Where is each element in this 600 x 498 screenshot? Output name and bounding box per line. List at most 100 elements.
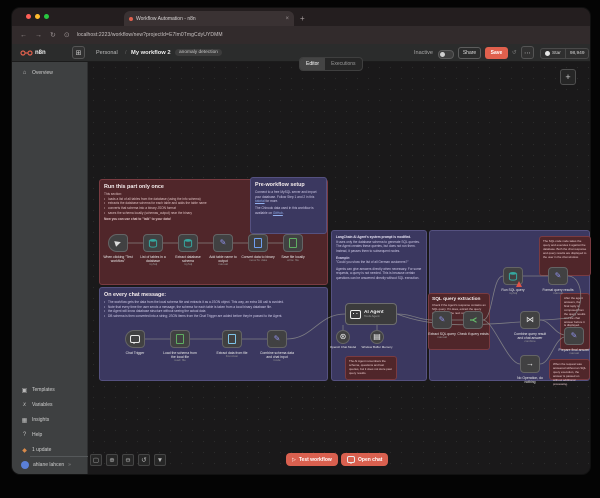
sidebar-item-update[interactable]: ◆ 1 update bbox=[12, 444, 88, 456]
share-button[interactable]: Share bbox=[458, 47, 481, 59]
node-label: Combine schema data and chat inputCode bbox=[259, 351, 295, 363]
sidebar-item-variables[interactable]: x Variables bbox=[12, 399, 88, 411]
active-toggle[interactable] bbox=[438, 50, 454, 59]
sticky-pre-setup[interactable]: Pre-workflow setup Connect to a free MyS… bbox=[250, 177, 327, 234]
back-icon[interactable]: ← bbox=[20, 32, 27, 39]
n8n-logo[interactable]: n8n bbox=[20, 49, 46, 57]
forward-icon[interactable]: → bbox=[35, 32, 42, 39]
url-text[interactable]: localhost:2223/workflow/new?projectId=E7… bbox=[77, 32, 223, 38]
node-if-query-exists[interactable]: Y bbox=[463, 311, 483, 329]
traffic-light-close-icon[interactable] bbox=[26, 14, 31, 19]
node-list-tables[interactable] bbox=[143, 234, 163, 252]
traffic-light-zoom-icon[interactable] bbox=[44, 14, 49, 19]
github-link[interactable]: GitHub bbox=[273, 211, 283, 215]
database-icon bbox=[508, 271, 518, 281]
chat-bubble-icon bbox=[130, 335, 140, 343]
workflow-tag[interactable]: anomaly detection bbox=[175, 49, 222, 56]
add-node-button[interactable]: + bbox=[560, 69, 576, 85]
database-icon bbox=[183, 238, 193, 248]
github-icon bbox=[545, 51, 550, 56]
help-icon: ? bbox=[21, 432, 28, 438]
github-star-count: 98,949 bbox=[570, 51, 585, 56]
browser-tab[interactable]: Workflow Automation - n8n × bbox=[124, 11, 294, 26]
fit-view-button[interactable]: ▢ bbox=[90, 454, 102, 466]
tutorial-link[interactable]: tutorial bbox=[255, 199, 265, 203]
pencil-icon: ✎ bbox=[274, 335, 281, 343]
node-chat-trigger[interactable] bbox=[125, 330, 145, 348]
node-window-buffer-memory[interactable]: ▤ bbox=[370, 330, 384, 344]
node-convert-binary[interactable] bbox=[248, 234, 268, 252]
more-menu-button[interactable]: ⋯ bbox=[521, 46, 534, 59]
workflow-title[interactable]: My workflow 2 bbox=[131, 50, 171, 56]
node-extract-sql[interactable]: ✎ bbox=[432, 311, 452, 329]
node-openai-chat-model[interactable]: ⊛ bbox=[336, 330, 350, 344]
github-star-widget[interactable]: Star 98,949 bbox=[540, 48, 589, 59]
tidy-icon: ▼ bbox=[157, 457, 163, 464]
toggle-knob bbox=[440, 52, 445, 57]
node-extract-file[interactable] bbox=[222, 330, 242, 348]
site-info-icon[interactable]: ⊙ bbox=[64, 31, 70, 39]
sidebar-item-help[interactable]: ? Help bbox=[12, 429, 88, 441]
node-combine-result-answer[interactable]: ⋈ bbox=[520, 311, 540, 329]
chat-bubble-icon bbox=[347, 456, 355, 463]
sidebar-user[interactable]: ahlane lahcen » bbox=[21, 461, 88, 469]
overview-grid-button[interactable]: ⊞ bbox=[72, 46, 85, 59]
node-label: No Operation, do nothing bbox=[512, 376, 548, 384]
tab-title: Workflow Automation - n8n bbox=[136, 16, 282, 22]
node-extract-schema[interactable] bbox=[178, 234, 198, 252]
reset-zoom-button[interactable]: ↺ bbox=[138, 454, 150, 466]
warning-icon bbox=[516, 281, 522, 287]
traffic-light-minimize-icon[interactable] bbox=[35, 14, 40, 19]
zoom-out-icon: ⊖ bbox=[125, 456, 130, 464]
tidy-up-button[interactable]: ▼ bbox=[154, 454, 166, 466]
node-label: When clicking "Test workflow" bbox=[100, 255, 136, 263]
node-label: Chat Trigger bbox=[117, 351, 153, 355]
node-format-results[interactable]: ✎ bbox=[548, 267, 568, 285]
reload-icon[interactable]: ↻ bbox=[50, 31, 56, 39]
node-add-table-name[interactable]: ✎ bbox=[213, 234, 233, 252]
node-label: Format query resultsmanual bbox=[540, 288, 576, 296]
node-prepare-final-answer[interactable]: ✎ bbox=[564, 327, 584, 345]
openai-icon: ⊛ bbox=[340, 333, 347, 341]
node-combine-schema-chat[interactable]: ✎ bbox=[267, 330, 287, 348]
node-label: Add table name to outputmanual bbox=[205, 255, 241, 267]
sidebar-item-templates[interactable]: ▣ Templates bbox=[12, 384, 88, 396]
sidebar-item-overview[interactable]: ⌂ Overview bbox=[12, 67, 87, 79]
screenshot-stage: Workflow Automation - n8n × + ← → ↻ ⊙ lo… bbox=[0, 0, 600, 498]
node-save-file[interactable] bbox=[283, 234, 303, 252]
node-label: Window Buffer Memory bbox=[359, 346, 395, 350]
node-ai-agent[interactable]: AI AgentTools Agent bbox=[345, 303, 397, 325]
close-icon[interactable]: × bbox=[285, 16, 289, 22]
zoom-in-button[interactable]: ⊕ bbox=[106, 454, 118, 466]
user-name: ahlane lahcen bbox=[33, 462, 64, 468]
test-workflow-button[interactable]: ▷ Test workflow bbox=[286, 453, 338, 466]
insights-icon: ▦ bbox=[21, 417, 28, 424]
zoom-out-button[interactable]: ⊖ bbox=[122, 454, 134, 466]
pencil-icon: ✎ bbox=[555, 272, 562, 280]
sticky-noop-note[interactable]: When the request was answered without an… bbox=[549, 359, 590, 380]
node-label: Prepare final answermanual bbox=[556, 348, 592, 356]
node-no-operation[interactable]: → bbox=[520, 355, 540, 373]
collapse-icon[interactable]: » bbox=[68, 462, 71, 468]
node-label: Convert data to binarymoveTo: data bbox=[240, 255, 276, 263]
pencil-icon: ✎ bbox=[220, 239, 227, 247]
breadcrumb-project[interactable]: Personal bbox=[96, 50, 118, 56]
tab-editor[interactable]: Editor bbox=[300, 58, 325, 70]
tab-executions[interactable]: Executions bbox=[325, 58, 361, 70]
sticky-agent-memory-note[interactable]: The AI Agent remembers the schema, quest… bbox=[345, 356, 397, 380]
robot-icon bbox=[350, 310, 361, 319]
node-label: Extract database schemamySql bbox=[170, 255, 206, 267]
home-icon: ⌂ bbox=[21, 70, 28, 76]
gift-icon: ◆ bbox=[21, 447, 28, 454]
sidebar-item-insights[interactable]: ▦ Insights bbox=[12, 414, 88, 426]
open-chat-button[interactable]: Open chat bbox=[341, 453, 388, 466]
pencil-icon: ✎ bbox=[439, 316, 446, 324]
new-tab-icon[interactable]: + bbox=[300, 14, 305, 23]
history-icon[interactable]: ↺ bbox=[512, 50, 517, 56]
save-button[interactable]: Save bbox=[485, 47, 508, 59]
merge-icon: ⋈ bbox=[526, 316, 534, 324]
node-manual-trigger[interactable] bbox=[108, 234, 128, 252]
plus-icon: + bbox=[565, 72, 570, 82]
node-load-schema[interactable] bbox=[170, 330, 190, 348]
node-label: Extract data from filefromJson bbox=[214, 351, 250, 359]
